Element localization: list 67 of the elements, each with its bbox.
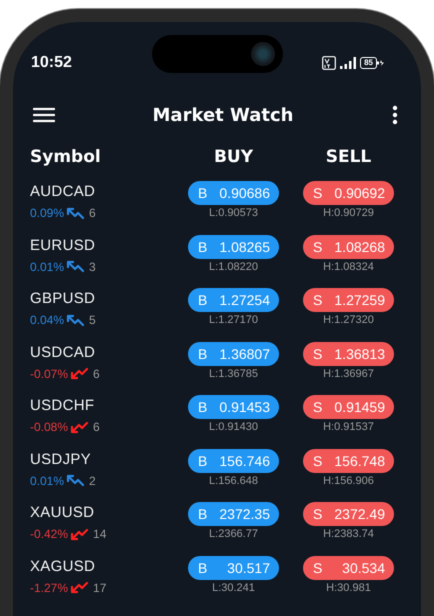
low-price: L:156.648 (209, 474, 258, 488)
low-price: L:1.08220 (209, 260, 258, 274)
change-percent: 0.01% (30, 258, 64, 276)
low-price: L:0.91430 (209, 420, 258, 435)
change-percent: -1.27% (30, 580, 68, 596)
sell-button[interactable]: S 1.27259 (303, 288, 394, 312)
high-price: H:0.91537 (323, 420, 374, 435)
sell-button[interactable]: S 2372.49 (303, 502, 394, 526)
buy-button[interactable]: B 0.91453 (188, 395, 279, 419)
volte-icon (322, 56, 336, 70)
low-price: L:30.241 (212, 580, 255, 596)
high-price: H:1.08324 (323, 260, 374, 274)
low-price: L:1.36785 (209, 366, 258, 382)
high-price: H:30.981 (326, 580, 371, 596)
tick-count: 5 (89, 312, 96, 329)
change-percent: 0.01% (30, 472, 64, 490)
buy-button[interactable]: B 1.27254 (188, 288, 279, 312)
buy-button[interactable]: B 156.746 (188, 448, 279, 472)
charging-icon (377, 60, 384, 66)
battery-level: 85 (360, 57, 377, 69)
screen-title: Market Watch (152, 104, 294, 126)
symbol-name[interactable]: USDCAD (30, 340, 164, 364)
tick-count: 2 (89, 472, 96, 490)
symbol-name[interactable]: XAUUSD (30, 501, 164, 525)
low-price: L:2366.77 (209, 527, 258, 542)
buy-button[interactable]: B 30.517 (188, 556, 279, 580)
symbol-name[interactable]: EURUSD (30, 234, 164, 258)
high-price: H:156.906 (323, 474, 374, 488)
tick-count: 6 (93, 419, 100, 436)
more-icon[interactable] (391, 105, 399, 125)
menu-icon[interactable] (33, 107, 55, 123)
symbol-name[interactable]: USDJPY (30, 448, 164, 472)
sell-button[interactable]: S 0.90692 (303, 181, 394, 205)
symbol-name[interactable]: GBPUSD (30, 287, 164, 311)
buy-button[interactable]: B 0.90686 (188, 181, 279, 205)
sell-button[interactable]: S 0.91459 (303, 395, 394, 419)
buy-button[interactable]: B 1.36807 (188, 342, 279, 366)
high-price: H:0.90729 (323, 206, 374, 221)
tick-count: 3 (89, 258, 96, 276)
high-price: H:1.27320 (323, 313, 374, 328)
column-header: Symbol (30, 147, 102, 167)
change-percent: -0.07% (30, 366, 68, 382)
high-price: H:1.36967 (323, 366, 374, 382)
sell-button[interactable]: S 1.36813 (303, 342, 394, 366)
high-price: H:2383.74 (323, 527, 374, 542)
column-header: BUY (212, 147, 254, 167)
change-percent: 0.04% (30, 312, 64, 329)
change-percent: 0.09% (30, 205, 64, 222)
low-price: L:1.27170 (209, 313, 258, 328)
signal-icon (340, 57, 356, 69)
tick-count: 6 (93, 366, 100, 382)
tick-count: 17 (93, 580, 106, 596)
symbol-name[interactable]: AUDCAD (30, 180, 164, 204)
symbol-name[interactable]: USDCHF (30, 394, 164, 418)
buy-button[interactable]: B 2372.35 (188, 502, 279, 526)
buy-button[interactable]: B 1.08265 (188, 234, 279, 258)
sell-button[interactable]: S 30.534 (303, 556, 394, 580)
status-time: 10:52 (31, 54, 72, 72)
sell-button[interactable]: S 156.748 (303, 448, 394, 472)
column-header: SELL (324, 147, 372, 167)
change-percent: -0.42% (30, 526, 68, 543)
sell-button[interactable]: S 1.08268 (303, 234, 394, 258)
low-price: L:0.90573 (209, 206, 258, 221)
tick-count: 6 (89, 205, 96, 222)
change-percent: -0.08% (30, 419, 68, 436)
symbol-name[interactable]: XAGUSD (30, 554, 164, 578)
tick-count: 14 (93, 526, 106, 543)
